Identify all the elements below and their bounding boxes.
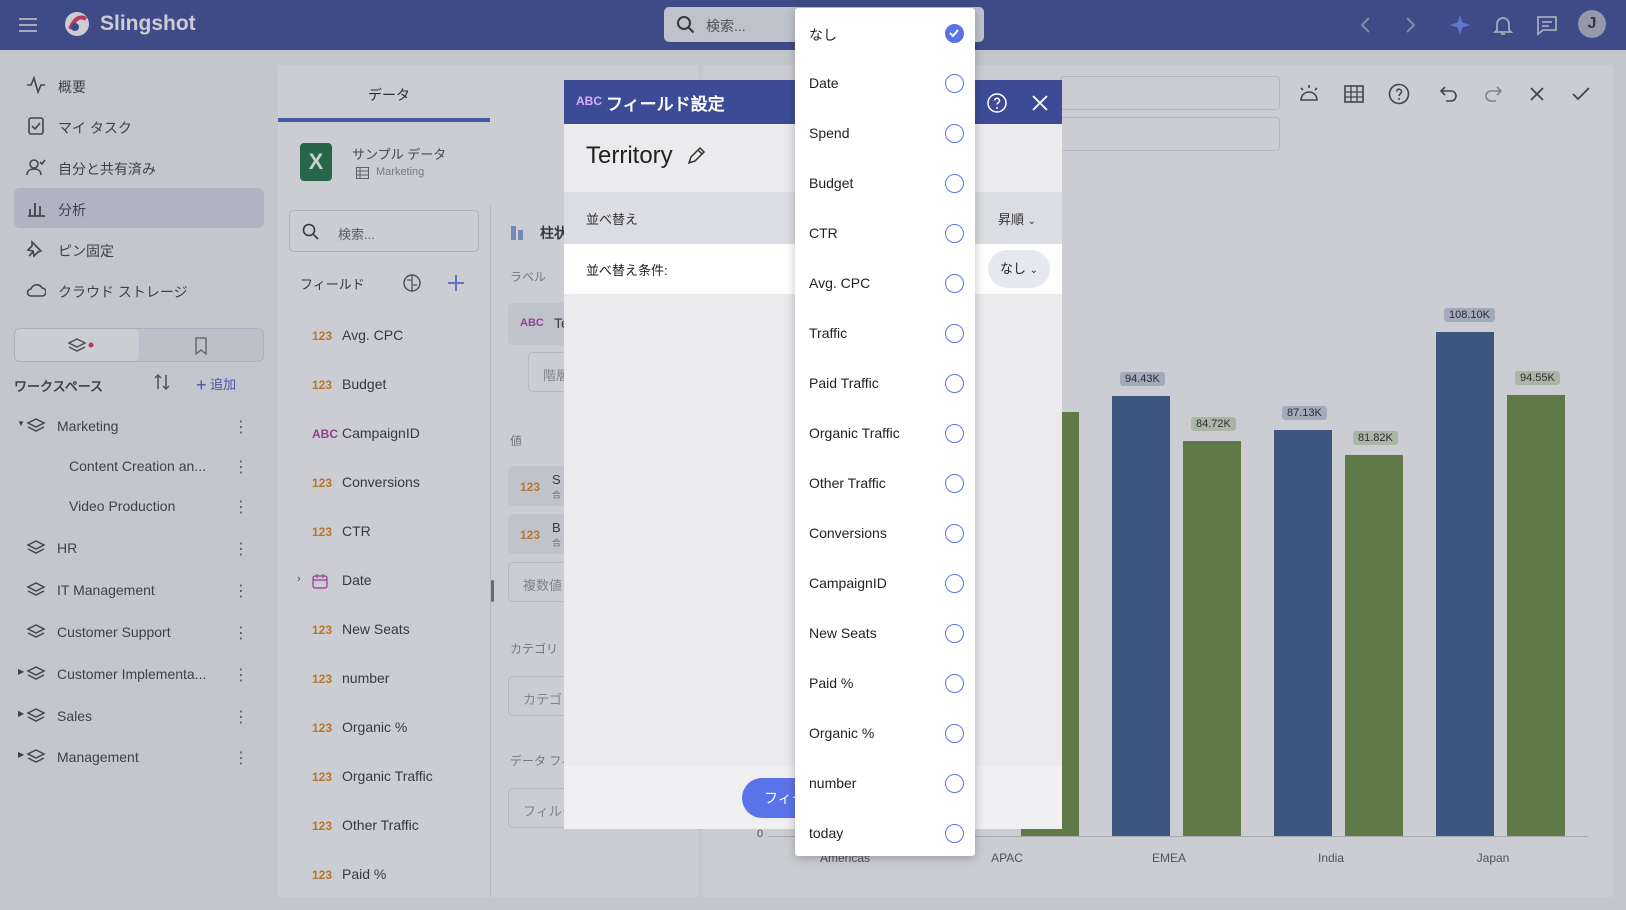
option-label: Paid Traffic (809, 375, 879, 391)
option-label: Spend (809, 125, 850, 141)
sort-by-option[interactable]: Other Traffic (795, 458, 975, 508)
sort-order-dropdown[interactable]: 昇順 ⌄ (998, 209, 1036, 228)
sort-by-option[interactable]: number (795, 758, 975, 808)
sort-by-option[interactable]: Conversions (795, 508, 975, 558)
radio-unchecked-icon[interactable] (945, 424, 964, 443)
text-type-badge: ABC (576, 94, 602, 108)
option-label: Avg. CPC (809, 275, 871, 291)
sort-by-option[interactable]: today (795, 808, 975, 858)
sort-by-option[interactable]: Organic Traffic (795, 408, 975, 458)
radio-unchecked-icon[interactable] (945, 174, 964, 193)
sort-by-option[interactable]: Organic % (795, 708, 975, 758)
option-label: Conversions (809, 525, 887, 541)
radio-unchecked-icon[interactable] (945, 624, 964, 643)
option-label: Budget (809, 175, 854, 191)
field-name: Territory (586, 142, 673, 169)
option-label: CTR (809, 225, 838, 241)
sort-label: 並べ替え (586, 212, 639, 227)
sort-by-option[interactable]: Spend (795, 108, 975, 158)
option-label: Date (809, 75, 839, 91)
radio-unchecked-icon[interactable] (945, 774, 964, 793)
sort-by-option[interactable]: Paid Traffic (795, 358, 975, 408)
sort-by-label: 並べ替え条件: (586, 263, 668, 278)
sort-by-option[interactable]: CampaignID (795, 558, 975, 608)
sort-by-option[interactable]: Traffic (795, 308, 975, 358)
radio-checked-icon[interactable] (945, 24, 964, 43)
radio-unchecked-icon[interactable] (945, 474, 964, 493)
radio-unchecked-icon[interactable] (945, 224, 964, 243)
option-label: Organic % (809, 725, 875, 741)
help-question-icon[interactable] (986, 92, 1008, 114)
chevron-down-icon: ⌄ (1029, 265, 1039, 276)
sort-by-option[interactable]: New Seats (795, 608, 975, 658)
sort-by-dropdown[interactable]: なし ⌄ (988, 250, 1050, 288)
radio-unchecked-icon[interactable] (945, 124, 964, 143)
radio-unchecked-icon[interactable] (945, 74, 964, 93)
option-label: Paid % (809, 675, 854, 691)
chevron-down-icon: ⌄ (1027, 216, 1037, 227)
option-label: today (809, 825, 844, 841)
option-label: Organic Traffic (809, 425, 900, 441)
close-icon[interactable] (1030, 93, 1050, 113)
radio-unchecked-icon[interactable] (945, 674, 964, 693)
sort-by-option[interactable]: Budget (795, 158, 975, 208)
radio-unchecked-icon[interactable] (945, 374, 964, 393)
radio-unchecked-icon[interactable] (945, 824, 964, 843)
radio-unchecked-icon[interactable] (945, 324, 964, 343)
sort-by-option[interactable]: Paid % (795, 658, 975, 708)
sort-by-option[interactable]: CTR (795, 208, 975, 258)
sort-by-option[interactable]: なし (795, 8, 975, 58)
option-label: なし (809, 27, 837, 43)
option-label: Other Traffic (809, 475, 886, 491)
edit-pencil-icon[interactable] (686, 146, 706, 166)
radio-unchecked-icon[interactable] (945, 524, 964, 543)
option-label: number (809, 775, 857, 791)
radio-unchecked-icon[interactable] (945, 574, 964, 593)
dialog-title: フィールド設定 (606, 95, 725, 114)
option-label: Traffic (809, 325, 848, 341)
sort-by-option[interactable]: Avg. CPC (795, 258, 975, 308)
radio-unchecked-icon[interactable] (945, 724, 964, 743)
sort-by-option[interactable]: Date (795, 58, 975, 108)
radio-unchecked-icon[interactable] (945, 274, 964, 293)
option-label: CampaignID (809, 575, 887, 591)
option-label: New Seats (809, 625, 877, 641)
